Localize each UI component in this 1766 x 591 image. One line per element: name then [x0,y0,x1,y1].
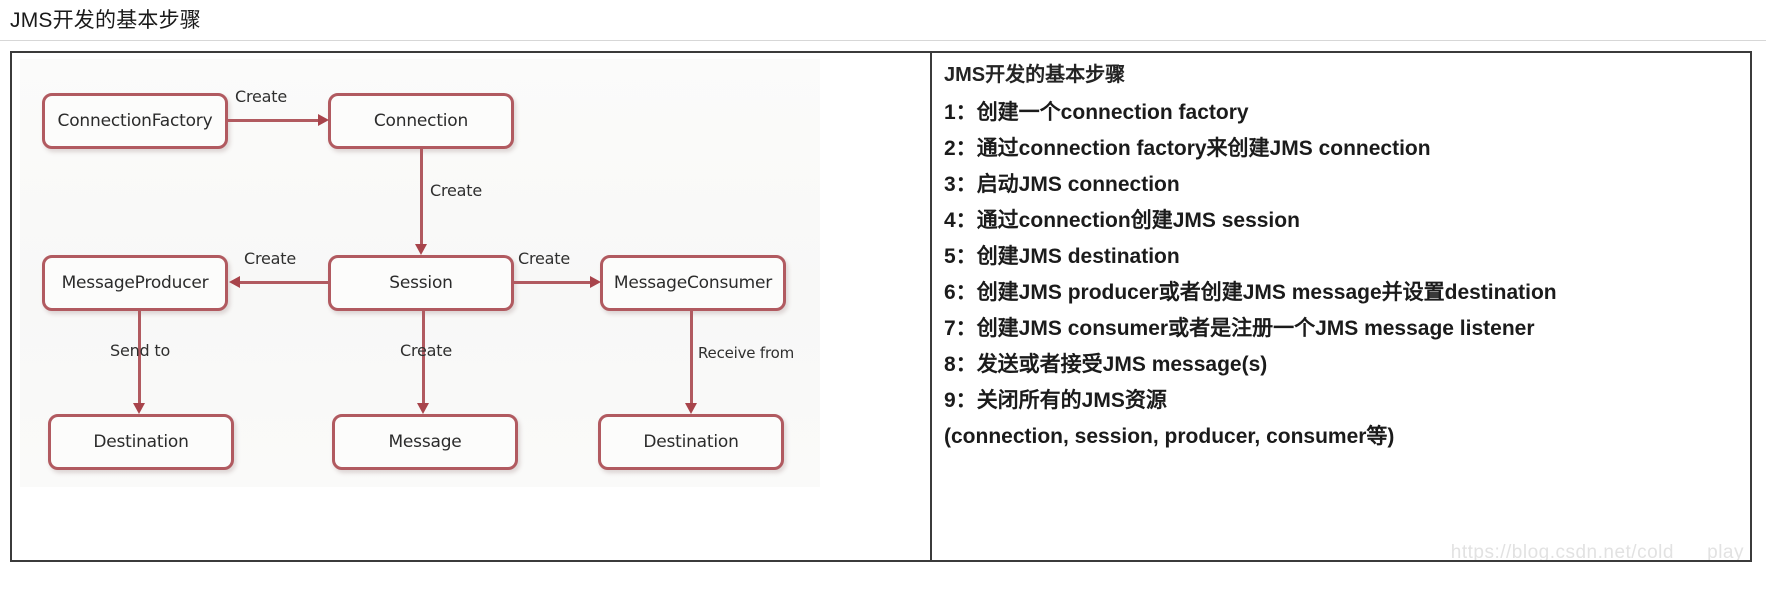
step-item-4: 4：通过connection创建JMS session [944,203,1740,239]
steps-cell: JMS开发的基本步骤 1：创建一个connection factory 2：通过… [932,53,1750,560]
step-text: 通过connection factory来创建JMS connection [976,137,1431,160]
node-connection[interactable]: Connection [328,93,514,149]
edge-connection-to-session [420,149,423,245]
node-label: ConnectionFactory [57,111,213,131]
edge-session-to-producer [238,281,330,284]
diagram-cell: ConnectionFactory Connection MessageProd… [12,53,932,560]
step-item-7: 7：创建JMS consumer或者是注册一个JMS message liste… [944,311,1740,347]
step-item-5: 5：创建JMS destination [944,239,1740,275]
screenshot-root: JMS开发的基本步骤 ConnectionFactory Connection … [0,0,1766,591]
arrowhead-down-icon [685,403,697,414]
node-session[interactable]: Session [328,255,514,311]
step-text: 通过connection创建JMS session [976,209,1300,232]
edge-session-to-consumer [514,281,592,284]
node-message-producer[interactable]: MessageProducer [42,255,228,311]
step-item-6: 6：创建JMS producer或者创建JMS message并设置destin… [944,275,1740,311]
step-item-2: 2：通过connection factory来创建JMS connection [944,131,1740,167]
step-number: 4： [944,209,977,232]
step-number: 1： [944,101,977,124]
node-message-consumer[interactable]: MessageConsumer [600,255,786,311]
step-item-9: 9：关闭所有的JMS资源 [944,383,1740,419]
node-label: Session [389,273,453,293]
edge-label-producer-to-destination: Send to [110,341,171,360]
edge-label-session-to-message: Create [400,341,452,360]
step-number: 2： [944,137,977,160]
node-destination-left[interactable]: Destination [48,414,234,470]
edge-label-session-to-consumer: Create [518,249,570,268]
steps-heading: JMS开发的基本步骤 [944,64,1126,86]
step-number: 7： [944,317,977,340]
step-text: 发送或者接受JMS message(s) [976,353,1268,376]
node-destination-right[interactable]: Destination [598,414,784,470]
node-label: Connection [373,111,469,131]
jms-flow-diagram: ConnectionFactory Connection MessageProd… [20,59,820,487]
edge-cf-to-connection [228,119,320,122]
step-text: 创建JMS producer或者创建JMS message并设置destinat… [976,281,1557,304]
step-number: 5： [944,245,977,268]
arrowhead-down-icon [417,403,429,414]
content-table: ConnectionFactory Connection MessageProd… [10,51,1752,562]
arrowhead-right-icon [590,276,601,288]
step-text: 创建一个connection factory [976,101,1249,124]
node-message[interactable]: Message [332,414,518,470]
edge-label-consumer-to-destination: Receive from [698,344,795,362]
title-divider [0,40,1766,41]
arrowhead-right-icon [318,114,329,126]
edge-label-cf-to-connection: Create [235,87,287,106]
node-connection-factory[interactable]: ConnectionFactory [42,93,228,149]
step-text: 创建JMS destination [976,245,1180,268]
watermark-text: https://blog.csdn.net/cold___play [1450,542,1744,560]
page-title: JMS开发的基本步骤 [10,9,201,32]
node-label: Destination [93,432,189,452]
step-item-3: 3：启动JMS connection [944,167,1740,203]
step-item-1: 1：创建一个connection factory [944,95,1740,131]
step-text: 启动JMS connection [976,173,1180,196]
step-text: 创建JMS consumer或者是注册一个JMS message listene… [976,317,1535,340]
node-label: Message [388,432,462,452]
node-label: Destination [643,432,739,452]
steps-list: JMS开发的基本步骤 1：创建一个connection factory 2：通过… [944,61,1740,455]
step-number: 8： [944,353,977,376]
edge-consumer-to-destination [690,311,693,405]
steps-footer: (connection, session, producer, consumer… [944,425,1395,448]
node-label: MessageConsumer [613,273,773,293]
node-label: MessageProducer [61,273,209,293]
step-number: 6： [944,281,977,304]
step-text: 关闭所有的JMS资源 [976,389,1167,412]
edge-label-session-to-producer: Create [244,249,296,268]
edge-label-connection-to-session: Create [430,181,482,200]
step-item-8: 8：发送或者接受JMS message(s) [944,347,1740,383]
step-number: 9： [944,389,977,412]
arrowhead-down-icon [133,403,145,414]
arrowhead-down-icon [415,244,427,255]
step-number: 3： [944,173,977,196]
arrowhead-left-icon [229,276,240,288]
